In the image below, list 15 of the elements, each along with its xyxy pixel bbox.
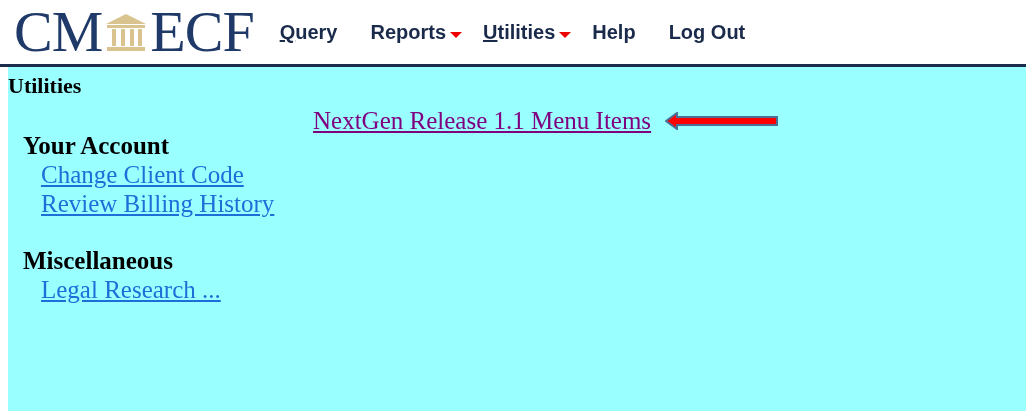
- release-link[interactable]: NextGen Release 1.1 Menu Items: [313, 107, 652, 135]
- logo-text: CM: [14, 3, 103, 61]
- arrow-icon: [665, 112, 780, 130]
- menu-link[interactable]: Legal Research ...: [41, 275, 221, 304]
- section-heading: Miscellaneous: [23, 246, 173, 275]
- menu-item[interactable]: Utilities: [483, 20, 556, 44]
- menu-link[interactable]: Review Billing History: [41, 189, 275, 218]
- menu-item[interactable]: Query: [279, 20, 338, 44]
- menu-item[interactable]: Log Out: [668, 20, 746, 44]
- menu-item[interactable]: Help: [592, 20, 636, 44]
- section-heading: Your Account: [23, 131, 170, 160]
- page-title: Utilities: [8, 73, 83, 99]
- logo-text: ECF: [150, 3, 254, 61]
- menu-link[interactable]: Change Client Code: [41, 160, 244, 189]
- menu-item[interactable]: Reports: [370, 20, 447, 44]
